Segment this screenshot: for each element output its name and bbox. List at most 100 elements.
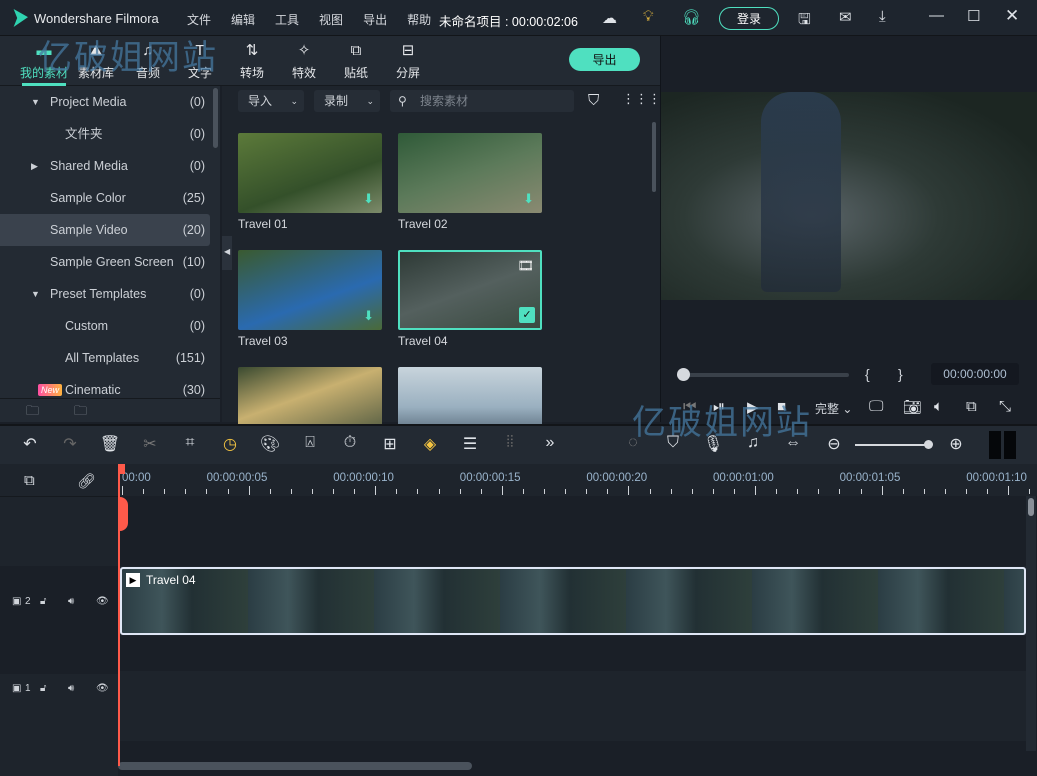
duration-icon[interactable]: ⏱︎	[338, 434, 362, 452]
stop-icon[interactable]: ■	[777, 398, 786, 415]
tab-splitscreen[interactable]: ⊟ 分屏	[382, 36, 434, 86]
mute-icon[interactable]: 🔊︎	[68, 596, 74, 607]
cut-icon[interactable]: ✂	[138, 434, 162, 454]
fullscreen-icon[interactable]: ⤡	[999, 398, 1011, 415]
download-icon[interactable]: ⬇	[363, 308, 374, 324]
zoom-in-icon[interactable]: ⊕	[944, 434, 968, 454]
media-thumbnail[interactable]: ⬇	[238, 250, 382, 330]
menu-item[interactable]: 视图	[319, 13, 343, 27]
media-thumbnail[interactable]: ⬇	[238, 133, 382, 213]
sidebar-item[interactable]: ▶ Shared Media (0)	[0, 150, 210, 182]
download-icon[interactable]: ⤓	[879, 8, 886, 25]
mute-icon[interactable]: 🔊︎	[68, 683, 74, 694]
expand-arrow-icon[interactable]: ▼	[31, 86, 40, 118]
sidebar-item[interactable]: All Templates (151)	[0, 342, 210, 374]
zoom-handle[interactable]	[924, 440, 933, 449]
sidebar-item[interactable]: ▼ Project Media (0)	[0, 86, 210, 118]
sidebar-item[interactable]: New Cinematic (30)	[0, 374, 210, 406]
eye-icon[interactable]: 👁︎	[96, 596, 109, 607]
more-icon[interactable]: »	[538, 434, 562, 452]
save-icon[interactable]: 🖫	[798, 9, 811, 34]
color-icon[interactable]: 🎨︎	[258, 434, 282, 454]
playback-handle[interactable]	[677, 368, 690, 381]
audio-mix-icon[interactable]: ♫	[741, 434, 765, 452]
fit-timeline-icon[interactable]: ⇔	[781, 434, 805, 452]
search-input[interactable]: ⚲ 搜索素材	[390, 90, 574, 112]
media-thumbnail[interactable]: ⬇	[398, 133, 542, 213]
mail-icon[interactable]: ✉	[839, 8, 852, 26]
render-icon[interactable]: ◌	[621, 434, 645, 452]
zoom-out-icon[interactable]: ⊖	[822, 434, 846, 454]
add-track-icon[interactable]: ⧉	[24, 472, 35, 489]
sidebar-item[interactable]: Sample Green Screen (10)	[0, 246, 210, 278]
quality-dropdown[interactable]: 完整 ⌄	[815, 400, 852, 417]
timeline-v-scrollbar[interactable]	[1028, 498, 1034, 516]
tab-effects[interactable]: ✧ 特效	[278, 36, 330, 86]
playback-slider[interactable]	[677, 373, 849, 377]
aspect-icon[interactable]: ⧉	[966, 398, 977, 415]
collapse-panel-button[interactable]: ◀	[222, 236, 232, 270]
maximize-button[interactable]: ☐	[967, 7, 980, 25]
record-dropdown[interactable]: 录制 ⌄	[314, 90, 380, 112]
undo-icon[interactable]: ↶	[18, 434, 42, 454]
playhead-marker[interactable]	[118, 497, 128, 531]
menu-item[interactable]: 工具	[275, 13, 299, 27]
video-clip[interactable]: ▶ Travel 04	[120, 567, 1026, 635]
green-screen-icon[interactable]: ⍓	[298, 434, 322, 452]
media-thumbnail[interactable]: 🎞︎ ✓	[398, 250, 542, 330]
download-icon[interactable]: ⬇	[363, 191, 374, 207]
display-icon[interactable]: 🖵	[869, 398, 883, 415]
marker-icon[interactable]: ⛉	[661, 434, 685, 452]
keyframe-icon[interactable]: ◈	[418, 434, 442, 454]
expand-arrow-icon[interactable]: ▼	[31, 278, 40, 310]
tab-sticker[interactable]: ⧉ 贴纸	[330, 36, 382, 86]
expand-arrow-icon[interactable]: ▶	[31, 150, 38, 182]
tab-transition[interactable]: ⇅ 转场	[226, 36, 278, 86]
export-button[interactable]: 导出	[569, 48, 640, 71]
login-button[interactable]: 登录	[719, 7, 779, 30]
filter-icon[interactable]: ⛉	[588, 92, 599, 109]
tab-stock[interactable]: ⛰ 素材库	[70, 36, 122, 86]
lock-icon[interactable]: 🔓︎	[40, 596, 46, 607]
menu-item[interactable]: 帮助	[407, 13, 431, 27]
timeline-h-scrollbar[interactable]	[118, 762, 472, 770]
mark-out-button[interactable]: }	[898, 366, 903, 382]
tab-music[interactable]: ♫ 音频	[122, 36, 174, 86]
volume-icon[interactable]: 🔈︎	[934, 398, 943, 415]
eye-icon[interactable]: 👁︎	[96, 683, 109, 694]
sidebar-item[interactable]: Sample Color (25)	[0, 182, 210, 214]
freeze-frame-icon[interactable]: ⊞	[378, 434, 402, 454]
crop-icon[interactable]: ⌗	[178, 434, 202, 452]
previous-frame-icon[interactable]: ⏮	[683, 398, 697, 415]
snapshot-icon[interactable]: 📷︎	[903, 398, 922, 416]
menu-item[interactable]: 编辑	[231, 13, 255, 27]
zoom-slider[interactable]	[855, 444, 927, 446]
close-button[interactable]: ✕	[1005, 6, 1019, 26]
tab-folder[interactable]: ▬ 我的素材	[18, 36, 70, 86]
mark-in-button[interactable]: {	[865, 366, 870, 382]
redo-icon[interactable]: ↷	[58, 434, 82, 454]
media-scrollbar[interactable]	[652, 122, 656, 192]
minimize-button[interactable]: —	[929, 7, 944, 24]
sidebar-item[interactable]: Sample Video (20)	[0, 214, 210, 246]
speed-icon[interactable]: ◷	[218, 434, 242, 454]
lock-icon[interactable]: 🔓︎	[40, 683, 46, 694]
adjust-icon[interactable]: ☰	[458, 434, 482, 454]
headset-icon[interactable]: 🎧︎	[682, 8, 701, 26]
menu-item[interactable]: 导出	[363, 13, 387, 27]
delete-icon[interactable]: 🗑︎	[98, 434, 122, 454]
play-pause-icon[interactable]: ⏯	[713, 398, 725, 415]
import-dropdown[interactable]: 导入 ⌄	[238, 90, 304, 112]
grid-view-icon[interactable]: ⋮⋮⋮	[622, 91, 661, 107]
playhead-handle[interactable]	[118, 464, 125, 474]
sidebar-scrollbar[interactable]	[213, 88, 218, 148]
audio-wave-icon[interactable]: ⦙⦙	[498, 434, 522, 452]
sidebar-item[interactable]: ▼ Preset Templates (0)	[0, 278, 210, 310]
link-icon[interactable]: 🔗︎	[77, 472, 96, 490]
lightbulb-icon[interactable]: 💡︎	[643, 8, 654, 25]
tab-text[interactable]: T 文字	[174, 36, 226, 86]
sidebar-item[interactable]: Custom (0)	[0, 310, 210, 342]
cloud-icon[interactable]: ☁	[602, 9, 617, 27]
sidebar-item[interactable]: 文件夹 (0)	[0, 118, 210, 150]
menu-item[interactable]: 文件	[187, 13, 211, 27]
